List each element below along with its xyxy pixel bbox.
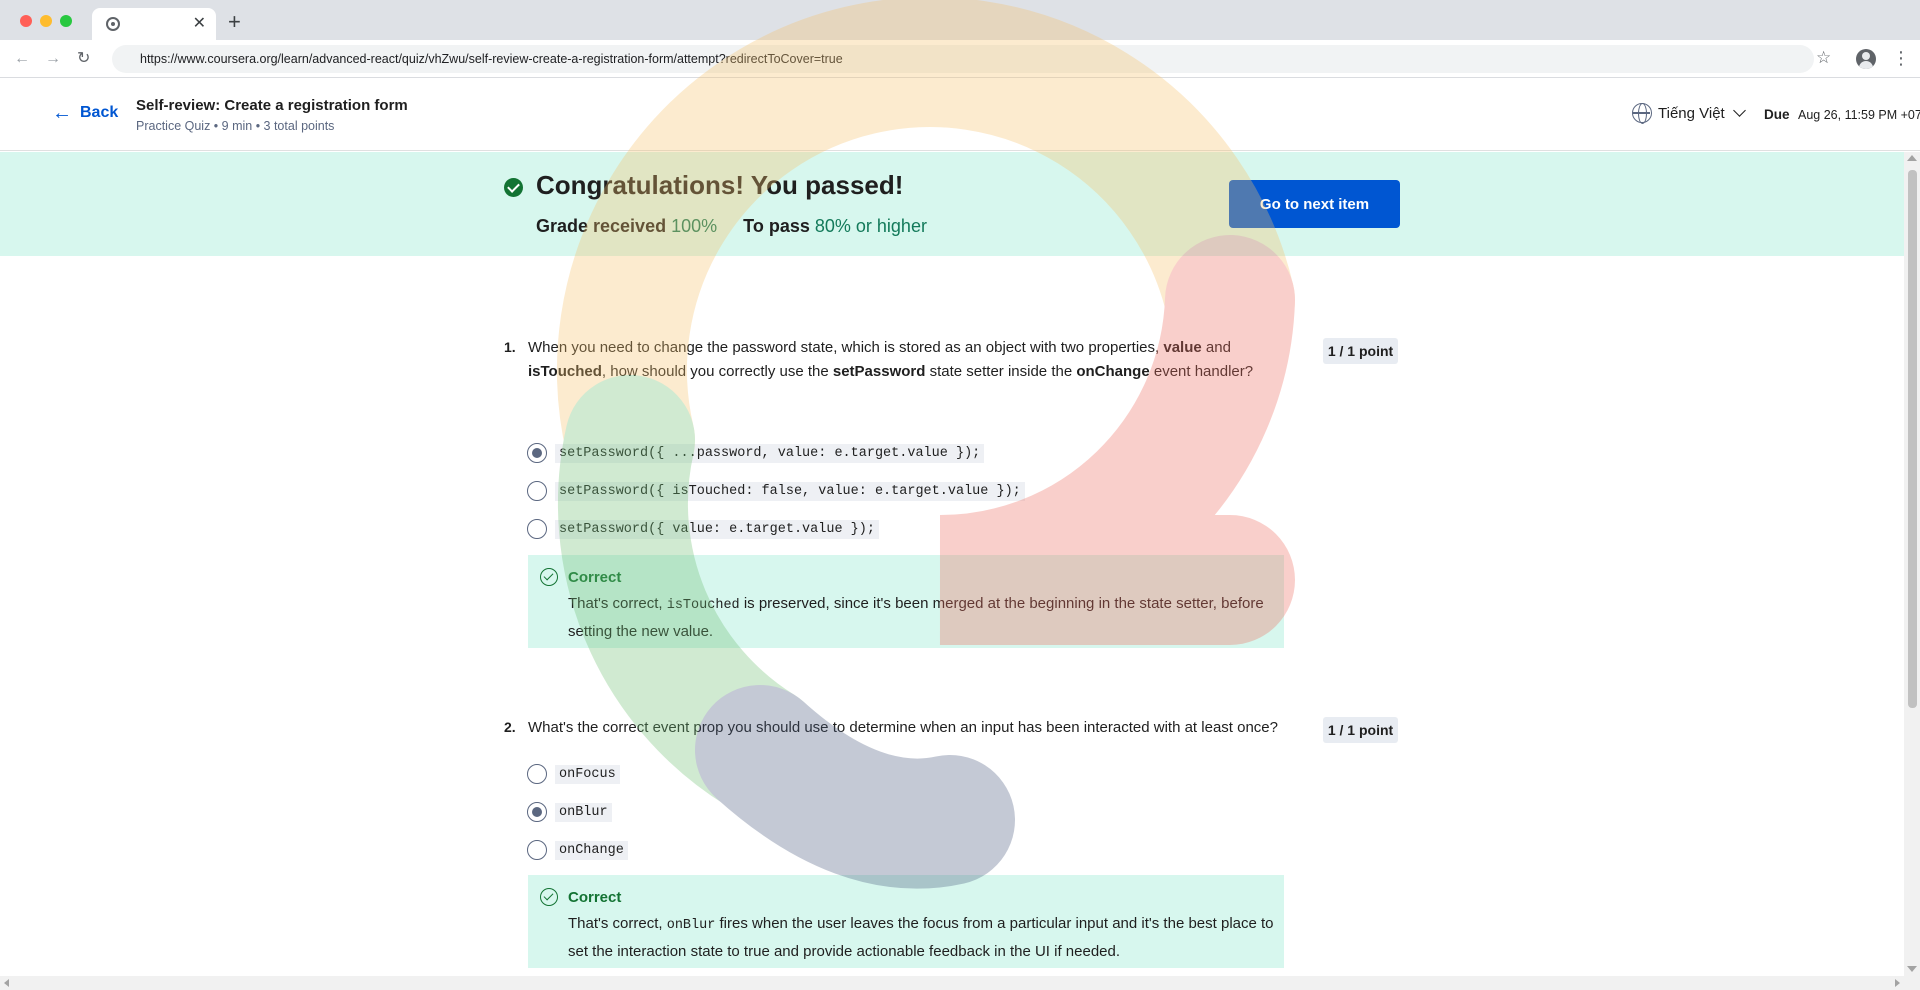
question-2-points-badge: 1 / 1 point [1323, 717, 1398, 743]
option-code: setPassword({ isTouched: false, value: e… [555, 481, 1025, 501]
arrow-right-icon[interactable]: → [45, 49, 61, 69]
question-1-number: 1. [504, 339, 516, 355]
close-window-button[interactable] [20, 15, 32, 27]
scroll-right-icon[interactable] [1895, 979, 1900, 987]
feedback-text: That's correct, isTouched is preserved, … [568, 591, 1278, 645]
question-1-text-bold: setPassword [832, 363, 926, 380]
question-1-feedback: Correct That's correct, isTouched is pre… [528, 555, 1284, 648]
question-2-feedback: Correct That's correct, onBlur fires whe… [528, 875, 1284, 968]
back-link[interactable]: ← Back [52, 102, 119, 124]
check-circle-outline-icon [540, 888, 558, 906]
question-1-text-part: state setter inside the [925, 363, 1077, 380]
question-1-points-badge: 1 / 1 point [1323, 338, 1398, 364]
radio-button[interactable] [527, 481, 547, 501]
radio-button[interactable] [527, 840, 547, 860]
scroll-left-icon[interactable] [4, 979, 9, 987]
feedback-text-part: That's correct, [568, 915, 667, 932]
question-2-option-1[interactable]: onFocus [527, 764, 620, 784]
star-icon[interactable]: ☆ [1816, 48, 1831, 68]
question-2-option-2[interactable]: onBlur [527, 802, 612, 822]
vertical-scrollbar-thumb[interactable] [1908, 170, 1917, 708]
minimize-window-button[interactable] [40, 15, 52, 27]
option-code: onChange [555, 840, 628, 860]
watermark-arc-navy [695, 685, 1015, 889]
maximize-window-button[interactable] [60, 15, 72, 27]
question-1-text-bold: value [1163, 339, 1202, 356]
question-1-text: When you need to change the password sta… [528, 336, 1268, 384]
scroll-down-icon[interactable] [1907, 966, 1917, 972]
arrow-left-icon[interactable]: ← [14, 49, 30, 69]
chevron-down-icon [1732, 104, 1746, 117]
result-title: Congratulations! You passed! [536, 170, 904, 200]
option-code: onFocus [555, 764, 620, 784]
grade-value: 100% [671, 216, 718, 236]
due-label: Due [1764, 107, 1790, 122]
option-code: setPassword({ value: e.target.value }); [555, 519, 879, 539]
new-tab-button[interactable]: + [228, 10, 241, 34]
kebab-menu-icon[interactable]: ⋮ [1892, 48, 1910, 68]
feedback-title: Correct [568, 569, 622, 586]
check-circle-outline-icon [540, 568, 558, 586]
feedback-text-part: That's correct, [568, 595, 667, 612]
browser-toolbar: ← → ↻ https://www.coursera.org/learn/adv… [0, 40, 1920, 78]
browser-tab[interactable]: ✕ [92, 8, 216, 40]
radio-button[interactable] [527, 519, 547, 539]
feedback-code: onBlur [666, 918, 716, 933]
feedback-title: Correct [568, 889, 622, 906]
quiz-header: ← Back Self-review: Create a registratio… [0, 78, 1920, 151]
radio-button-selected[interactable] [527, 802, 547, 822]
question-2-option-3[interactable]: onChange [527, 840, 628, 860]
go-to-next-item-button[interactable]: Go to next item [1229, 180, 1400, 228]
profile-icon[interactable] [1856, 49, 1876, 69]
radio-button[interactable] [527, 764, 547, 784]
question-1-option-1[interactable]: setPassword({ ...password, value: e.targ… [527, 443, 985, 463]
chrome-favicon-icon [106, 17, 120, 31]
feedback-code: isTouched [666, 598, 740, 613]
question-1-text-bold: isTouched [528, 363, 602, 380]
quiz-meta: Practice Quiz • 9 min • 3 total points [136, 119, 335, 133]
due-date: Aug 26, 11:59 PM +07 [1798, 108, 1920, 122]
language-label: Tiếng Việt [1658, 104, 1725, 122]
quiz-title: Self-review: Create a registration form [136, 97, 408, 114]
close-tab-icon[interactable]: ✕ [193, 14, 206, 34]
pass-label: To pass [743, 216, 810, 236]
check-circle-icon [504, 178, 523, 197]
arrow-left-icon: ← [52, 102, 72, 124]
question-2-text: What's the correct event prop you should… [528, 719, 1278, 736]
grade-label: Grade received [536, 216, 667, 236]
grade-summary: Grade received 100% To pass 80% or highe… [536, 216, 927, 237]
language-selector[interactable]: Tiếng Việt [1632, 103, 1746, 124]
browser-tab-bar: ✕ + [0, 0, 1920, 40]
result-banner: Congratulations! You passed! Grade recei… [0, 152, 1904, 256]
question-2-number: 2. [504, 719, 516, 735]
horizontal-scrollbar[interactable] [0, 976, 1920, 990]
option-code: setPassword({ ...password, value: e.targ… [555, 443, 985, 463]
scroll-up-icon[interactable] [1907, 155, 1917, 161]
back-label: Back [80, 104, 119, 121]
option-code: onBlur [555, 802, 612, 822]
question-1-text-part: event handler? [1149, 363, 1254, 380]
question-1-text-part: , how should you correctly use the [601, 363, 833, 380]
reload-icon[interactable]: ↻ [77, 49, 90, 69]
question-1-option-3[interactable]: setPassword({ value: e.target.value }); [527, 519, 879, 539]
globe-icon [1632, 103, 1652, 124]
address-bar[interactable]: https://www.coursera.org/learn/advanced-… [112, 45, 1814, 73]
feedback-text: That's correct, onBlur fires when the us… [568, 911, 1278, 965]
question-1-option-2[interactable]: setPassword({ isTouched: false, value: e… [527, 481, 1025, 501]
question-1-text-bold: onChange [1076, 363, 1150, 380]
address-bar-url[interactable]: https://www.coursera.org/learn/advanced-… [140, 52, 843, 66]
pass-value: 80% or higher [814, 216, 927, 236]
question-1-text-part: When you need to change the password sta… [528, 339, 1164, 356]
question-1-text-part: and [1201, 339, 1231, 356]
radio-button-selected[interactable] [527, 443, 547, 463]
